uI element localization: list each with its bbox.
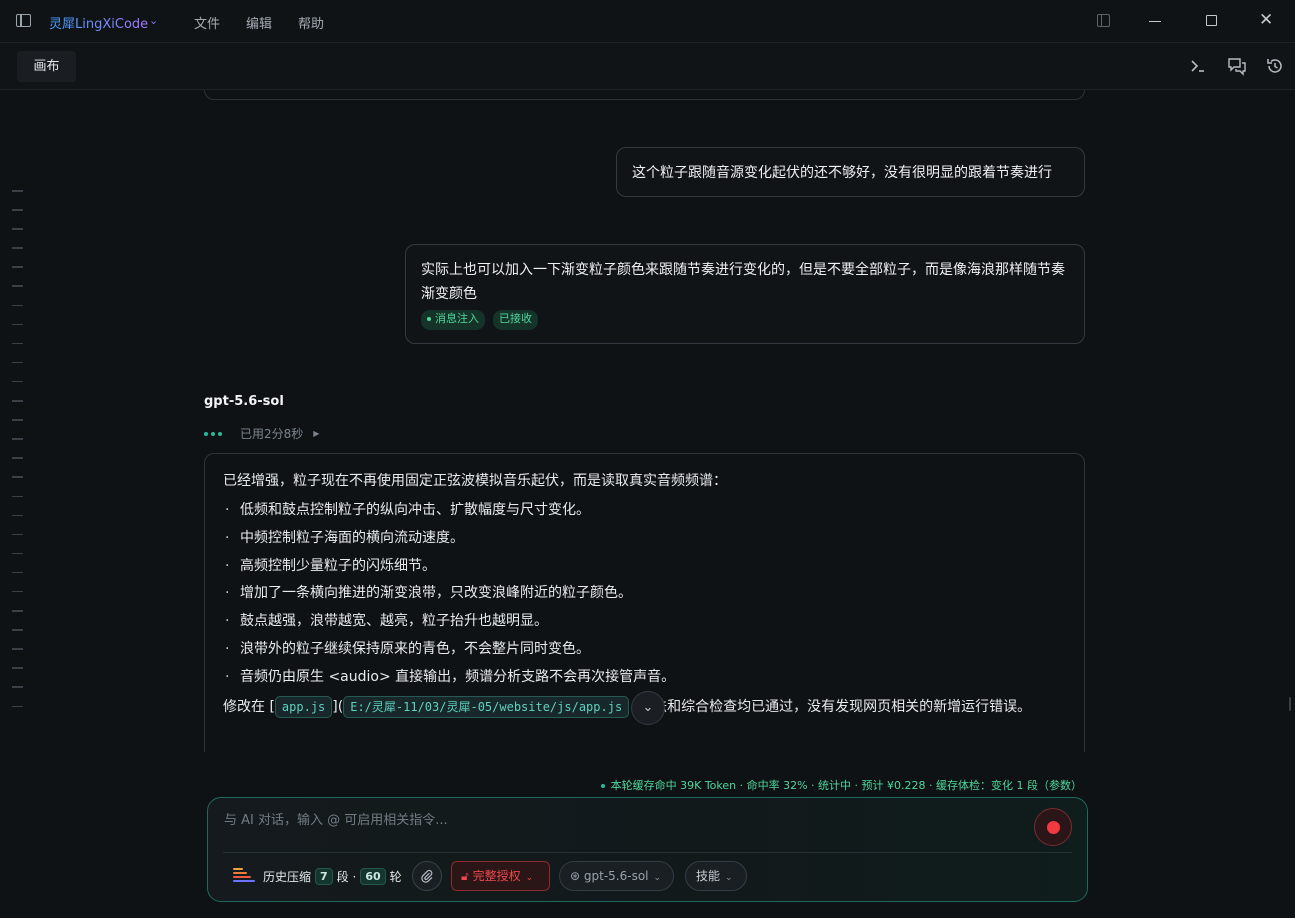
chat-input[interactable] — [224, 809, 1014, 831]
unlock-icon: 🔓︎ — [461, 869, 469, 883]
segments-count: 7 — [315, 868, 333, 885]
user-message: 实际上也可以加入一下渐变粒子颜色来跟随节奏进行变化的，但是不要全部粒子，而是像海… — [405, 244, 1085, 344]
list-item: 鼓点越强，浪带越宽、越亮，粒子抬升也越明显。 — [223, 611, 1066, 631]
conversation-area: 这个粒子跟随音源变化起伏的还不够好，没有很明显的跟着节奏进行 实际上也可以加入一… — [0, 90, 1295, 752]
maximize-button[interactable] — [1206, 15, 1217, 26]
model-dropdown[interactable]: ⊛ gpt-5.6-sol ⌄ — [559, 861, 674, 891]
file-link[interactable]: app.js — [274, 695, 333, 718]
file-path-link[interactable]: E:/灵犀-11/03/灵犀-05/website/js/app.js — [343, 695, 630, 718]
paperclip-icon — [421, 869, 433, 883]
progress-dots-icon — [204, 427, 225, 441]
chat-composer: 历史压缩 7 段 · 60 轮 🔓︎ 完整授权⌄ ⊛ gpt-5.6-sol⌄ … — [207, 797, 1088, 902]
scroll-to-bottom-button[interactable]: ⌄ — [631, 691, 665, 725]
minimize-button[interactable] — [1149, 21, 1161, 23]
history-icon[interactable] — [1265, 56, 1285, 76]
resize-handle[interactable] — [1289, 697, 1291, 711]
cache-status: 本轮缓存命中 39K Token · 命中率 32% · 统计中 · 预计 ¥0… — [600, 777, 1082, 793]
expand-arrow-icon[interactable]: ▶ — [313, 429, 319, 438]
status-badge-injected: 消息注入 — [421, 310, 485, 330]
model-logo-icon: ⊛ — [570, 869, 581, 883]
reply-intro: 已经增强，粒子现在不再使用固定正弦波模拟音乐起伏，而是读取真实音频频谱： — [223, 473, 727, 489]
list-item: 中频控制粒子海面的横向流动速度。 — [223, 528, 1066, 548]
user-message-text: 实际上也可以加入一下渐变粒子颜色来跟随节奏进行变化的，但是不要全部粒子，而是像海… — [421, 262, 1065, 302]
list-item: 增加了一条横向推进的渐变浪带，只改变浪峰附近的粒子颜色。 — [223, 583, 1066, 603]
skills-dropdown[interactable]: 技能 ⌄ — [685, 861, 747, 891]
record-button[interactable] — [1034, 808, 1072, 846]
history-compress-status[interactable]: 历史压缩 7 段 · 60 轮 — [263, 868, 402, 885]
list-item: 低频和鼓点控制粒子的纵向冲击、扩散幅度与尺寸变化。 — [223, 500, 1066, 520]
tab-canvas[interactable]: 画布 — [17, 51, 76, 82]
assistant-model-name: gpt-5.6-sol — [204, 394, 284, 409]
history-compress-icon — [233, 868, 255, 884]
sidebar-toggle-icon[interactable] — [16, 14, 31, 27]
menu-help[interactable]: 帮助 — [298, 13, 324, 32]
list-item: 音频仍由原生 <audio> 直接输出，频谱分析支路不会再次接管声音。 — [223, 667, 1066, 687]
menu-file[interactable]: 文件 — [194, 13, 220, 32]
app-name[interactable]: 灵犀LingXiCode — [49, 13, 148, 32]
list-item: 浪带外的粒子继续保持原来的青色，不会整片同时变色。 — [223, 639, 1066, 659]
thinking-status[interactable]: 已用2分8秒 ▶ — [204, 425, 319, 442]
status-badge-received: 已接收 — [493, 310, 538, 330]
user-message: 这个粒子跟随音源变化起伏的还不够好，没有很明显的跟着节奏进行 — [616, 147, 1085, 197]
list-item: 高频控制少量粒子的闪烁细节。 — [223, 556, 1066, 576]
close-button[interactable]: ✕ — [1259, 11, 1273, 29]
divider — [223, 852, 1072, 853]
elapsed-time: 已用2分8秒 — [240, 427, 304, 441]
attach-button[interactable] — [412, 861, 442, 891]
title-bar: 灵犀LingXiCode ⌄ 文件 编辑 帮助 ✕ — [0, 0, 1295, 43]
tab-strip: 画布 — [0, 43, 1295, 90]
user-message-text: 这个粒子跟随音源变化起伏的还不够好，没有很明显的跟着节奏进行 — [632, 165, 1052, 181]
rounds-count: 60 — [360, 868, 386, 885]
panel-layout-icon[interactable] — [1097, 14, 1110, 27]
chevron-down-icon[interactable]: ⌄ — [149, 14, 158, 27]
permission-dropdown[interactable]: 🔓︎ 完整授权 ⌄ — [451, 861, 550, 891]
menu-edit[interactable]: 编辑 — [246, 13, 272, 32]
previous-message-card — [204, 90, 1085, 100]
chat-icon[interactable] — [1227, 56, 1247, 76]
terminal-icon[interactable] — [1188, 56, 1208, 76]
